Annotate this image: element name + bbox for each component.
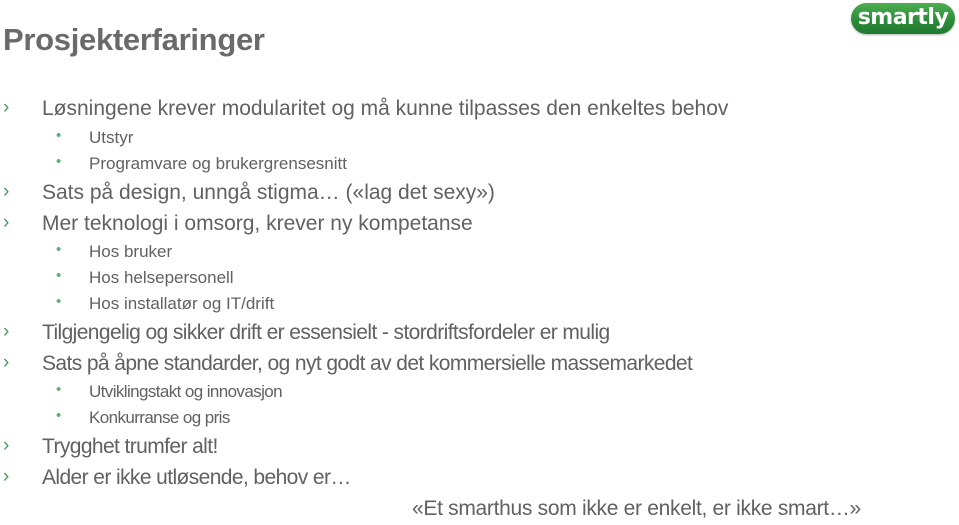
chevron-right-icon: ›	[3, 466, 10, 487]
chevron-right-icon: ›	[3, 181, 10, 202]
list-item-text: Sats på åpne standarder, og nyt godt av …	[42, 352, 693, 375]
closing-quote: «Et smarthus som ikke er enkelt, er ikke…	[412, 497, 861, 520]
bullet-dot-icon: •	[56, 267, 62, 284]
list-item-text: Konkurranse og pris	[89, 408, 230, 427]
chevron-right-icon: ›	[3, 321, 10, 342]
list-item-text: Trygghet trumfer alt!	[42, 435, 218, 458]
list-item-text: Sats på design, unngå stigma… («lag det …	[42, 181, 495, 204]
bullet-dot-icon: •	[56, 293, 62, 310]
list-item-text: Mer teknologi i omsorg, krever ny kompet…	[42, 212, 473, 235]
list-item-text: Hos helsepersonell	[89, 268, 234, 287]
list-item-text: Løsningene krever modularitet og må kunn…	[42, 97, 729, 120]
chevron-right-icon: ›	[3, 97, 10, 118]
logo-text: smartly	[857, 4, 949, 30]
bullet-dot-icon: •	[56, 381, 62, 398]
chevron-right-icon: ›	[3, 435, 10, 456]
bullet-dot-icon: •	[56, 127, 62, 144]
bullet-dot-icon: •	[56, 407, 62, 424]
bullet-dot-icon: •	[56, 153, 62, 170]
list-item-text: Tilgjengelig og sikker drift er essensie…	[42, 321, 610, 344]
list-item-text: Utstyr	[89, 128, 134, 147]
chevron-right-icon: ›	[3, 212, 10, 233]
list-item-text: Alder er ikke utløsende, behov er…	[42, 466, 351, 489]
list-item-text: Hos bruker	[89, 242, 173, 261]
smartly-logo: smartly	[851, 3, 955, 34]
list-item-text: Hos installatør og IT/drift	[89, 294, 275, 313]
bullet-dot-icon: •	[56, 241, 62, 258]
slide-title: Prosjekterfaringer	[3, 22, 265, 57]
list-item-text: Utviklingstakt og innovasjon	[89, 382, 283, 401]
chevron-right-icon: ›	[3, 352, 10, 373]
list-item-text: Programvare og brukergrensesnitt	[89, 154, 347, 173]
